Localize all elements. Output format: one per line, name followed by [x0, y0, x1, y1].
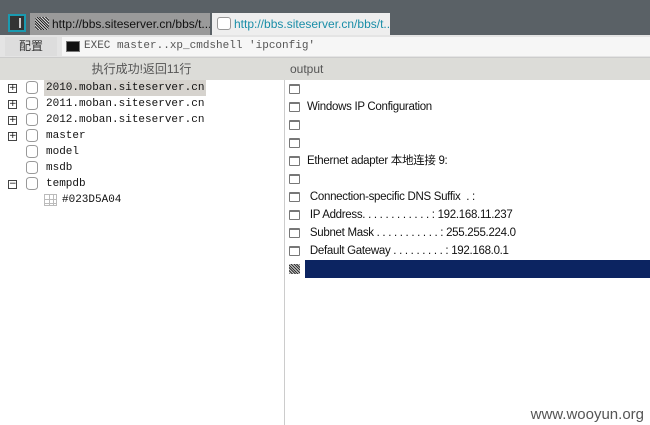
- database-icon: [26, 161, 38, 174]
- database-tree: +2010.moban.siteserver.cn +2011.moban.sit…: [4, 80, 283, 425]
- tree-node-label: master: [46, 130, 86, 142]
- row-icon: [289, 228, 300, 238]
- new-row[interactable]: [285, 260, 650, 278]
- output-cell: Connection-specific DNS Suffix . :: [307, 191, 475, 203]
- output-cell: Ethernet adapter 本地连接 9:: [307, 155, 448, 167]
- tree-node-label: #023D5A04: [62, 194, 122, 206]
- results-grid: Windows IP Configuration Ethernet adapter…: [284, 80, 650, 425]
- tree-node[interactable]: model: [4, 144, 283, 160]
- toolbar: 配置 EXEC master..xp_cmdshell 'ipconfig': [0, 35, 650, 58]
- table-row[interactable]: Default Gateway . . . . . . . . . : 192.…: [285, 242, 650, 260]
- config-button[interactable]: 配置: [5, 37, 57, 56]
- database-icon: [217, 17, 231, 30]
- table-row[interactable]: Connection-specific DNS Suffix . :: [285, 188, 650, 206]
- row-icon: [289, 246, 300, 256]
- table-icon: [44, 194, 57, 206]
- expand-icon[interactable]: +: [8, 100, 17, 109]
- output-cell: Default Gateway . . . . . . . . . : 192.…: [307, 245, 509, 257]
- row-icon: [289, 102, 300, 112]
- selected-cell[interactable]: [305, 260, 650, 278]
- table-row[interactable]: [285, 170, 650, 188]
- page-icon: [35, 17, 49, 30]
- column-header-output[interactable]: output: [290, 58, 323, 80]
- table-row[interactable]: Subnet Mask . . . . . . . . . . . : 255.…: [285, 224, 650, 242]
- row-icon: [289, 156, 300, 166]
- tree-node-label: 2012.moban.siteserver.cn: [46, 114, 205, 126]
- database-icon: [26, 113, 38, 126]
- row-icon: [289, 120, 300, 130]
- tab-2[interactable]: http://bbs.siteserver.cn/bbs/t...: [212, 13, 390, 35]
- row-icon: [289, 210, 300, 220]
- row-icon: [289, 174, 300, 184]
- command-text: EXEC master..xp_cmdshell 'ipconfig': [84, 40, 316, 52]
- terminal-icon: [66, 41, 80, 52]
- row-icon: [289, 138, 300, 148]
- table-row[interactable]: Ethernet adapter 本地连接 9:: [285, 152, 650, 170]
- tree-node-label: model: [46, 146, 80, 158]
- row-icon: [289, 264, 300, 274]
- database-icon: [26, 81, 38, 94]
- tree-node-label: 2011.moban.siteserver.cn: [46, 98, 205, 110]
- title-bar: http://bbs.siteserver.cn/bbs/t... http:/…: [0, 0, 650, 35]
- header-row: 执行成功!返回11行 output: [0, 58, 650, 80]
- database-icon: [26, 145, 38, 158]
- tree-node-label: msdb: [46, 162, 73, 174]
- tree-node[interactable]: +2012.moban.siteserver.cn: [4, 112, 283, 128]
- tab-label: http://bbs.siteserver.cn/bbs/t...: [234, 17, 390, 31]
- tree-node[interactable]: #023D5A04: [4, 192, 283, 208]
- output-cell: Windows IP Configuration: [307, 101, 432, 113]
- tree-node[interactable]: + master: [4, 128, 283, 144]
- row-icon: [289, 192, 300, 202]
- tree-node[interactable]: msdb: [4, 160, 283, 176]
- table-row[interactable]: [285, 116, 650, 134]
- table-row[interactable]: [285, 80, 650, 98]
- expand-icon[interactable]: +: [8, 132, 17, 141]
- expand-icon[interactable]: +: [8, 84, 17, 93]
- output-cell: Subnet Mask . . . . . . . . . . . : 255.…: [307, 227, 516, 239]
- tree-node-label: tempdb: [46, 178, 86, 190]
- table-row[interactable]: [285, 134, 650, 152]
- table-row[interactable]: IP Address. . . . . . . . . . . . : 192.…: [285, 206, 650, 224]
- table-row[interactable]: Windows IP Configuration: [285, 98, 650, 116]
- watermark: www.wooyun.org: [530, 406, 644, 423]
- command-input[interactable]: EXEC master..xp_cmdshell 'ipconfig': [62, 37, 650, 56]
- tab-1[interactable]: http://bbs.siteserver.cn/bbs/t...: [30, 13, 210, 35]
- tree-node[interactable]: +2011.moban.siteserver.cn: [4, 96, 283, 112]
- output-cell: IP Address. . . . . . . . . . . . : 192.…: [307, 209, 513, 221]
- expand-icon[interactable]: +: [8, 116, 17, 125]
- collapse-icon[interactable]: −: [8, 180, 17, 189]
- database-icon: [26, 177, 38, 190]
- tree-node[interactable]: − tempdb: [4, 176, 283, 192]
- row-icon: [289, 84, 300, 94]
- tree-node-label: 2010.moban.siteserver.cn: [44, 80, 207, 96]
- database-icon: [26, 129, 38, 142]
- window-icon[interactable]: [8, 14, 26, 32]
- tree-node[interactable]: +2010.moban.siteserver.cn: [4, 80, 283, 96]
- status-text: 执行成功!返回11行: [91, 62, 192, 76]
- tab-label: http://bbs.siteserver.cn/bbs/t...: [52, 17, 210, 31]
- database-icon: [26, 97, 38, 110]
